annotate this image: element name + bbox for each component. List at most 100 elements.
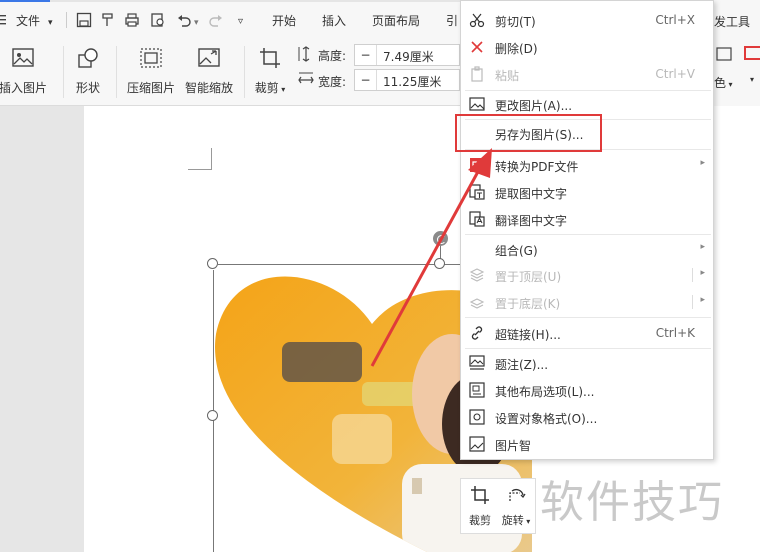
split-divider [692, 295, 693, 309]
outline-chevron-icon[interactable]: ▾ [750, 75, 754, 84]
file-menu-chevron-icon[interactable]: ▾ [48, 15, 53, 31]
menu-item-label: 删除(D) [495, 42, 538, 56]
menu-item-translate-text[interactable]: 翻译图中文字 [461, 206, 713, 233]
menu-hamburger-icon[interactable] [0, 14, 6, 26]
translate-icon [469, 211, 485, 227]
menu-item-caption[interactable]: 题注(Z)... [461, 350, 713, 377]
delete-x-icon [471, 41, 483, 53]
split-divider [692, 268, 693, 282]
resize-handle-top-middle[interactable] [434, 258, 445, 269]
menu-item-label: 粘贴 [495, 69, 520, 83]
menu-item-group[interactable]: 组合(G) ▸ [461, 236, 713, 263]
caption-icon [469, 355, 485, 370]
rotate-icon [509, 488, 526, 501]
menu-item-convert-pdf[interactable]: 转换为PDF文件 ▸ [461, 152, 713, 179]
bring-front-icon [469, 268, 485, 282]
undo-chevron-icon[interactable]: ▾ [194, 15, 199, 31]
redo-icon[interactable] [208, 12, 224, 28]
tab-page-layout[interactable]: 页面布局 [372, 13, 420, 29]
color-label-partial: 色 ▾ [714, 76, 733, 90]
menu-item-label: 图片智 [495, 439, 532, 453]
menu-item-shortcut: Ctrl+X [655, 13, 695, 27]
menu-item-label: 置于顶层(U) [495, 270, 562, 284]
width-value: 11.25厘米 [383, 75, 442, 89]
crop-label: 裁剪 ▾ [254, 81, 286, 95]
height-label: 高度: [318, 49, 347, 63]
tab-developer-tools-partial[interactable]: 发工具 [714, 13, 750, 30]
scissors-icon [469, 13, 485, 28]
resize-handle-middle-left[interactable] [207, 410, 218, 421]
menu-item-label: 翻译图中文字 [495, 214, 568, 228]
layout-options-icon [469, 382, 485, 398]
menu-separator [465, 317, 711, 318]
compress-picture-button[interactable]: 压缩图片 [126, 46, 176, 96]
save-icon[interactable] [76, 12, 92, 28]
change-picture-icon [469, 97, 485, 111]
toolbar-divider [66, 12, 67, 28]
insert-picture-button[interactable]: 插入图片 [0, 46, 52, 96]
shape-icon [78, 48, 98, 68]
submenu-arrow-icon: ▸ [700, 242, 705, 252]
mini-crop-button[interactable]: 裁剪 [463, 485, 497, 528]
undo-icon[interactable] [176, 12, 192, 28]
menu-item-label: 剪切(T) [495, 15, 536, 29]
crop-icon [260, 48, 280, 68]
picture-icon [12, 48, 34, 67]
menu-item-extract-text[interactable]: 提取图中文字 [461, 179, 713, 206]
menu-item-cut[interactable]: 剪切(T) Ctrl+X [461, 7, 713, 34]
width-field[interactable]: − 11.25厘米 [354, 69, 460, 91]
menu-item-label: 设置对象格式(O)... [495, 412, 598, 426]
compress-icon [140, 48, 162, 68]
print-icon[interactable] [124, 12, 140, 28]
menu-item-shortcut: Ctrl+V [655, 67, 695, 81]
floating-mini-toolbar: 裁剪 旋转 ▾ [460, 478, 536, 534]
shape-button[interactable]: 形状 [68, 46, 108, 96]
tab-insert[interactable]: 插入 [322, 13, 346, 29]
width-decrement-button[interactable]: − [355, 70, 377, 90]
menu-separator [465, 234, 711, 235]
menu-item-paste[interactable]: 粘贴 Ctrl+V [461, 61, 713, 88]
page-margin-marker [188, 148, 212, 170]
outline-color-icon[interactable] [744, 46, 760, 60]
smart-zoom-label: 智能缩放 [184, 81, 233, 95]
width-icon [298, 72, 314, 84]
link-icon [471, 326, 483, 340]
mini-rotate-label: 旋转 ▾ [501, 514, 531, 527]
print-preview-icon[interactable] [150, 12, 166, 28]
menu-item-hyperlink[interactable]: 超链接(H)... Ctrl+K [461, 320, 713, 347]
menu-item-label: 题注(Z)... [495, 358, 549, 372]
file-menu[interactable]: 文件 [16, 13, 40, 29]
height-decrement-button[interactable]: − [355, 45, 377, 65]
format-painter-icon[interactable] [100, 12, 116, 28]
tab-home[interactable]: 开始 [272, 13, 296, 29]
crop-icon [471, 486, 489, 504]
resize-handle-top-left[interactable] [207, 258, 218, 269]
menu-separator [465, 348, 711, 349]
menu-item-send-to-back[interactable]: 置于底层(K) ▸ [461, 289, 713, 316]
insert-picture-label: 插入图片 [0, 81, 47, 95]
menu-item-format-object[interactable]: 设置对象格式(O)... [461, 404, 713, 431]
crop-button[interactable]: 裁剪 ▾ [250, 46, 290, 96]
smart-zoom-button[interactable]: 智能缩放 [184, 46, 234, 96]
ribbon-right-partial: 发工具 色 ▾ ▾ [714, 0, 760, 106]
tab-references-partial[interactable]: 引 [446, 13, 458, 29]
format-object-icon [469, 409, 485, 425]
rotate-handle-icon[interactable] [433, 231, 448, 246]
menu-item-label: 置于底层(K) [495, 297, 561, 311]
submenu-arrow-icon: ▸ [700, 268, 705, 278]
customize-chevron-icon[interactable]: ▿ [238, 14, 243, 30]
menu-item-layout-options[interactable]: 其他布局选项(L)... [461, 377, 713, 404]
height-field[interactable]: − 7.49厘米 [354, 44, 460, 66]
height-value: 7.49厘米 [383, 50, 434, 64]
width-label: 宽度: [318, 75, 347, 89]
picture-color-icon[interactable] [716, 46, 732, 62]
menu-item-bring-to-front[interactable]: 置于顶层(U) ▸ [461, 262, 713, 289]
compress-picture-label: 压缩图片 [126, 81, 175, 95]
highlight-box [455, 114, 602, 152]
submenu-arrow-icon: ▸ [700, 295, 705, 305]
mini-rotate-button[interactable]: 旋转 ▾ [499, 485, 533, 528]
menu-item-picture-smart[interactable]: 图片智 [461, 431, 713, 458]
menu-item-delete[interactable]: 删除(D) [461, 34, 713, 61]
menu-item-label: 转换为PDF文件 [495, 160, 579, 174]
shape-label: 形状 [75, 81, 100, 95]
